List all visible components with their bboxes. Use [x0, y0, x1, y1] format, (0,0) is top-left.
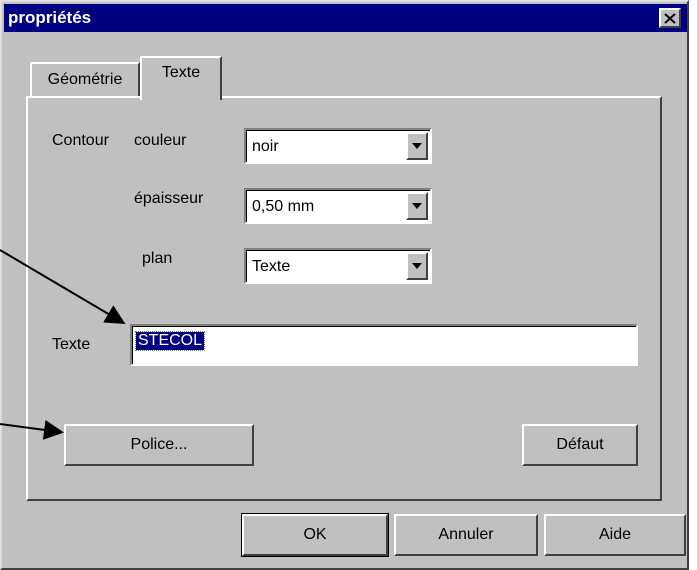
chevron-down-icon — [412, 203, 422, 209]
couleur-dropdown-button[interactable] — [406, 132, 428, 160]
couleur-select[interactable]: noir — [244, 128, 432, 164]
texte-input[interactable]: STECOL — [130, 324, 638, 366]
epaisseur-value: 0,50 mm — [252, 198, 315, 215]
window-title: propriétés — [8, 8, 92, 27]
annuler-button[interactable]: Annuler — [394, 514, 538, 556]
couleur-value: noir — [252, 138, 279, 155]
aide-button[interactable]: Aide — [544, 514, 686, 556]
title-bar[interactable]: propriétés — [4, 4, 687, 32]
chevron-down-icon — [412, 263, 422, 269]
annuler-button-label: Annuler — [438, 526, 494, 543]
tab-geometrie-label: Géométrie — [47, 71, 123, 88]
close-icon — [664, 12, 676, 24]
plan-value: Texte — [252, 258, 291, 275]
defaut-button[interactable]: Défaut — [522, 424, 638, 466]
close-button[interactable] — [659, 8, 681, 28]
contour-label: Contour — [52, 132, 109, 149]
epaisseur-dropdown-button[interactable] — [406, 192, 428, 220]
defaut-button-label: Défaut — [556, 436, 604, 453]
plan-select[interactable]: Texte — [244, 248, 432, 284]
tab-texte[interactable]: Texte — [140, 56, 222, 100]
properties-dialog: propriétés Géométrie Texte Contour coule… — [0, 0, 689, 570]
chevron-down-icon — [412, 143, 422, 149]
epaisseur-select[interactable]: 0,50 mm — [244, 188, 432, 224]
aide-button-label: Aide — [598, 526, 632, 543]
ok-button[interactable]: OK — [241, 513, 389, 557]
texte-label: Texte — [52, 336, 91, 353]
police-button[interactable]: Police... — [64, 424, 254, 466]
tab-texte-label: Texte — [161, 64, 201, 81]
texte-value: STECOL — [134, 331, 206, 351]
tab-geometrie[interactable]: Géométrie — [30, 62, 140, 96]
police-button-label: Police... — [130, 436, 188, 453]
plan-label: plan — [142, 250, 173, 267]
plan-dropdown-button[interactable] — [406, 252, 428, 280]
ok-button-label: OK — [303, 526, 327, 543]
couleur-label: couleur — [134, 132, 187, 149]
epaisseur-label: épaisseur — [134, 190, 204, 207]
